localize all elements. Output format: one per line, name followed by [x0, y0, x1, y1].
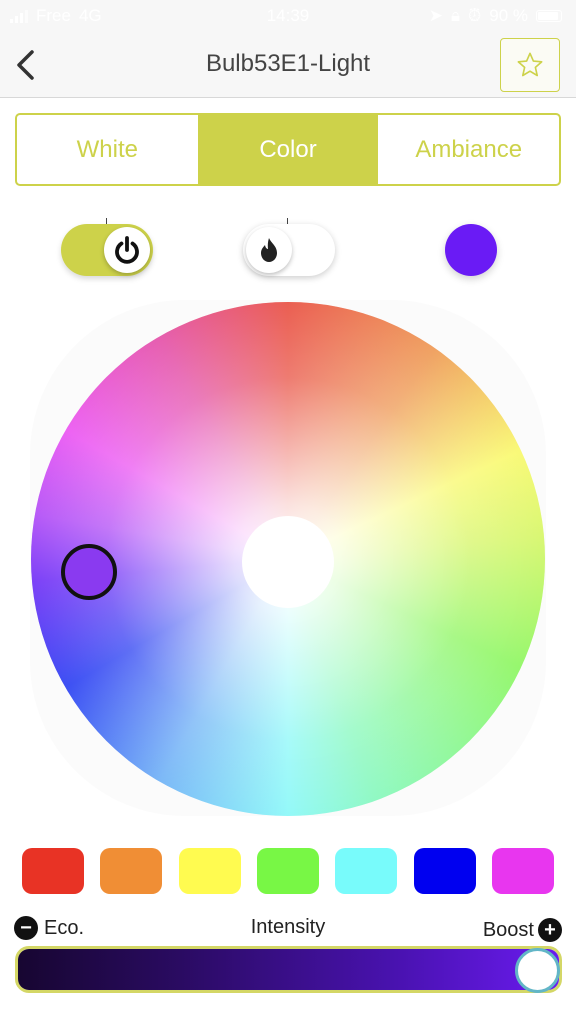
color-wheel[interactable]: [31, 302, 545, 816]
intensity-slider-thumb[interactable]: [515, 948, 560, 993]
color-wheel-selector[interactable]: [61, 544, 117, 600]
swatch-yellow[interactable]: [178, 848, 241, 894]
intensity-slider-track: [18, 949, 559, 990]
alarm-icon: ⏰︎: [467, 6, 482, 25]
effect-toggle[interactable]: [243, 224, 335, 276]
flame-icon: [261, 238, 277, 262]
color-wheel-center: [242, 516, 334, 608]
lock-rotation-icon: 🔒︎: [450, 6, 460, 25]
plus-circle-icon: +: [538, 918, 562, 942]
swatch-orange[interactable]: [100, 848, 163, 894]
tab-white[interactable]: White: [17, 115, 198, 184]
power-icon: [115, 236, 139, 264]
swatch-cyan[interactable]: [335, 848, 398, 894]
color-presets: [22, 848, 554, 894]
current-color-indicator[interactable]: [445, 224, 497, 276]
battery-percent: 90 %: [489, 6, 528, 25]
intensity-slider[interactable]: [15, 946, 562, 993]
battery-icon: [536, 10, 562, 22]
power-toggle[interactable]: [61, 224, 153, 276]
navigation-bar: Bulb53E1-Light: [0, 32, 576, 98]
swatch-blue[interactable]: [413, 848, 476, 894]
swatch-red[interactable]: [22, 848, 84, 894]
mode-tabs: White Color Ambiance: [15, 113, 561, 186]
star-outline-icon: [517, 52, 543, 77]
tab-ambiance[interactable]: Ambiance: [378, 115, 559, 184]
swatch-green[interactable]: [256, 848, 319, 894]
power-toggle-knob: [104, 227, 150, 273]
boost-label: Boost: [482, 918, 534, 941]
favorite-button[interactable]: [500, 38, 560, 92]
location-icon: ➤: [428, 6, 443, 25]
intensity-label: Intensity: [250, 916, 326, 938]
boost-button[interactable]: Boost +: [483, 918, 562, 942]
effect-toggle-knob: [246, 227, 292, 273]
intensity-header: − Eco. Intensity Boost +: [14, 914, 562, 944]
swatch-magenta[interactable]: [491, 848, 554, 894]
status-bar: Free 4G 14:39 ➤ 🔒︎ ⏰︎ 90 %: [0, 0, 576, 32]
tab-color[interactable]: Color: [197, 115, 379, 184]
page-title: Bulb53E1-Light: [205, 50, 371, 77]
